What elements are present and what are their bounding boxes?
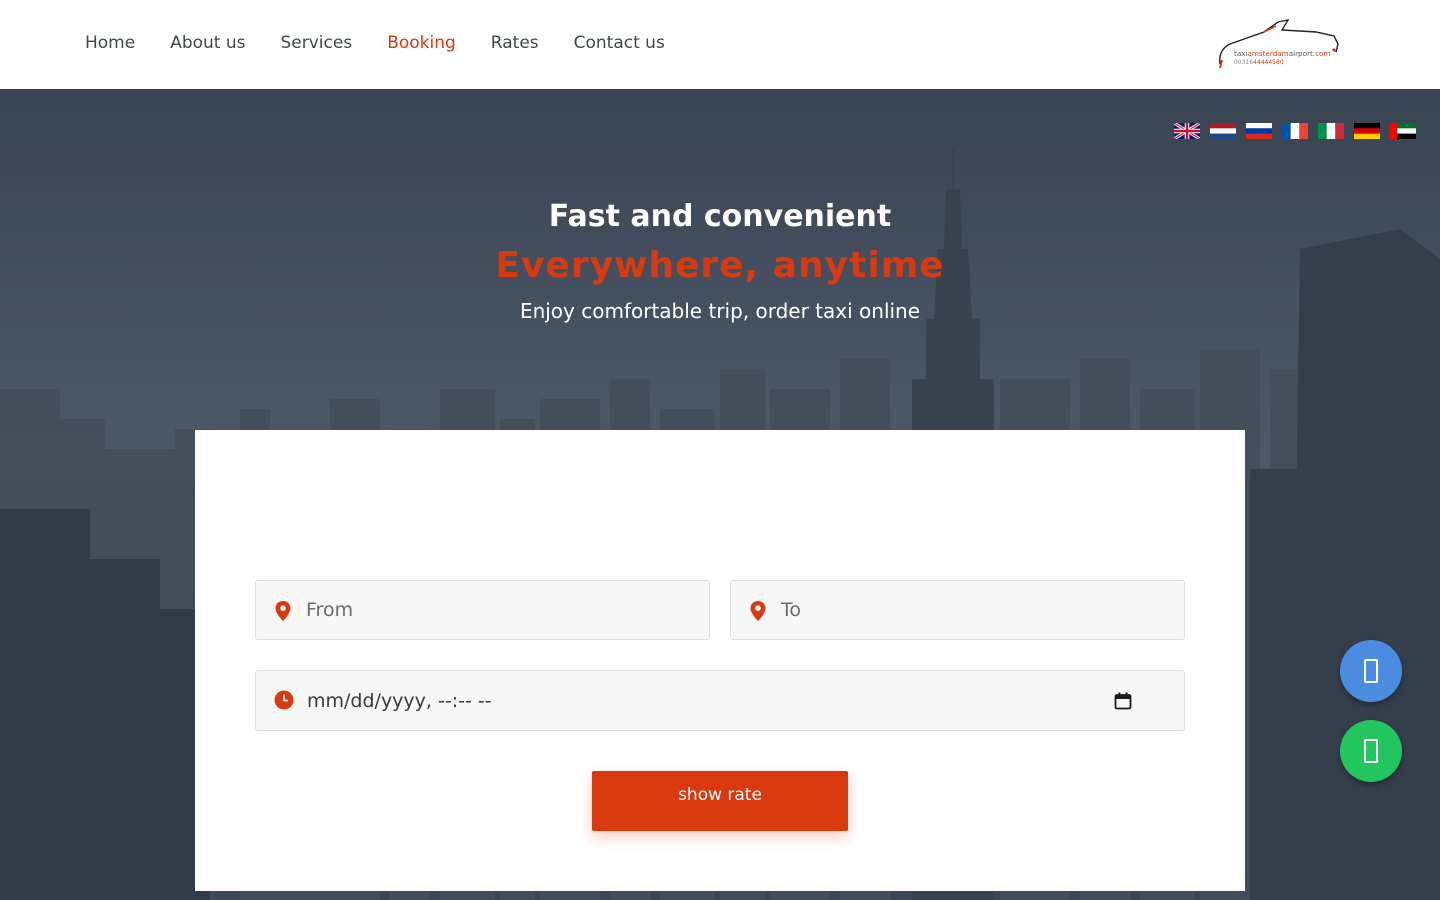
to-field[interactable]: [730, 580, 1185, 640]
main-nav: Home About us Services Booking Rates Con…: [85, 31, 665, 55]
italian-flag-icon[interactable]: [1318, 123, 1344, 139]
call-button[interactable]: [1340, 640, 1402, 702]
nav-home[interactable]: Home: [85, 31, 135, 55]
russian-flag-icon[interactable]: [1246, 123, 1272, 139]
uae-flag-icon[interactable]: [1390, 123, 1416, 139]
svg-text:taxiamsterdamairport.com: taxiamsterdamairport.com: [1234, 49, 1330, 58]
svg-text:0031644444580: 0031644444580: [1234, 59, 1284, 66]
phone-icon: [1364, 659, 1378, 683]
english-flag-icon[interactable]: [1174, 123, 1200, 139]
location-pin-icon: [275, 601, 291, 621]
nav-booking[interactable]: Booking: [387, 31, 456, 55]
calendar-icon[interactable]: [1114, 692, 1132, 710]
language-switcher: [1174, 123, 1416, 139]
nav-about-us[interactable]: About us: [170, 31, 245, 55]
from-input[interactable]: [306, 581, 686, 639]
datetime-input[interactable]: mm/dd/yyyy, --:-- --: [307, 688, 492, 714]
nav-services[interactable]: Services: [281, 31, 353, 55]
show-rate-button[interactable]: show rate: [592, 771, 848, 831]
taxi-car-logo-icon: taxiamsterdamairport.com 0031644444580: [1219, 19, 1339, 69]
whatsapp-button[interactable]: [1340, 720, 1402, 782]
whatsapp-icon: [1364, 739, 1378, 763]
datetime-field[interactable]: mm/dd/yyyy, --:-- --: [255, 670, 1185, 731]
nav-contact-us[interactable]: Contact us: [574, 31, 665, 55]
from-field[interactable]: [255, 580, 710, 640]
location-pin-icon: [750, 601, 766, 621]
hero-subtitle: Everywhere, anytime: [495, 245, 945, 286]
dutch-flag-icon[interactable]: [1210, 123, 1236, 139]
navbar: Home About us Services Booking Rates Con…: [0, 0, 1440, 89]
french-flag-icon[interactable]: [1282, 123, 1308, 139]
hero-section: Fast and convenient Everywhere, anytime …: [0, 89, 1440, 900]
nav-rates[interactable]: Rates: [491, 31, 539, 55]
to-input[interactable]: [781, 581, 1161, 639]
booking-form: mm/dd/yyyy, --:-- -- show rate: [195, 430, 1245, 891]
site-logo[interactable]: taxiamsterdamairport.com 0031644444580: [1216, 14, 1342, 72]
hero-description: Enjoy comfortable trip, order taxi onlin…: [519, 299, 921, 323]
clock-icon: [274, 690, 294, 710]
german-flag-icon[interactable]: [1354, 123, 1380, 139]
hero-title: Fast and convenient: [548, 199, 892, 234]
